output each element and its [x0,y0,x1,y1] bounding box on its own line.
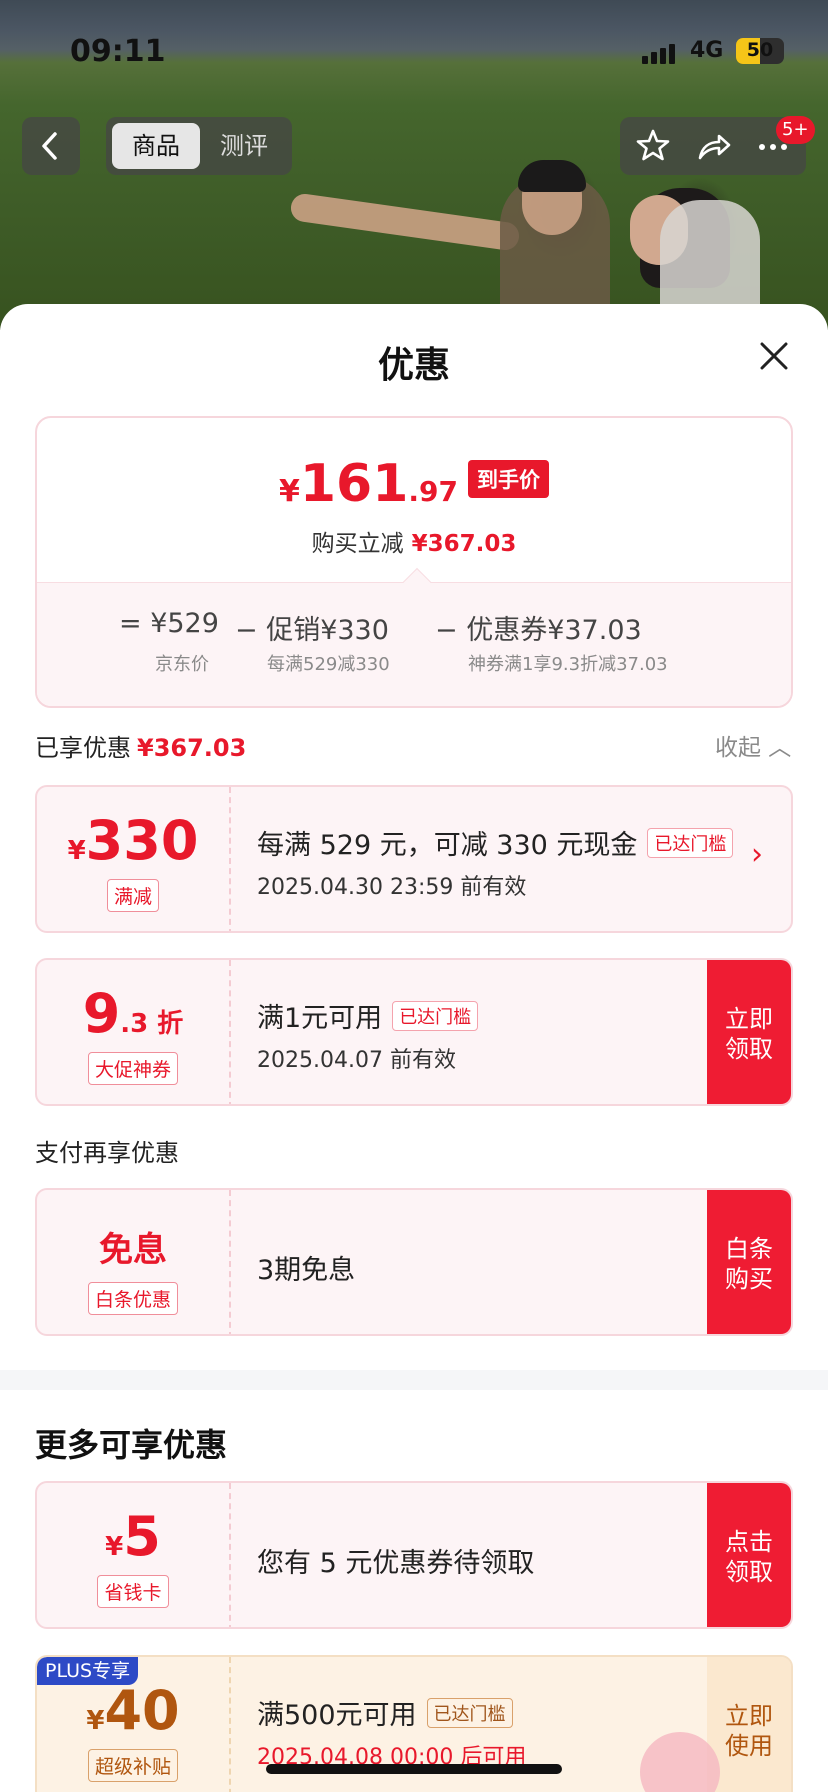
offer-body: 您有 5 元优惠券待领取 [257,1483,695,1627]
battery-level: 50 [746,39,774,61]
close-icon [760,342,788,370]
offer-card-full-reduction[interactable]: ¥330 满减 每满 529 元，可减 330 元现金 已达门槛 2025.04.… [35,785,793,933]
price-breakdown [37,582,791,706]
offer-amount: ¥40 [37,1679,229,1742]
share-icon[interactable] [692,125,734,167]
threshold-reached-pill: 已达门槛 [426,1698,513,1728]
enjoyed-label-text: 已享优惠 [35,734,131,762]
coupon-detail: 神券满1享9.3折减37.03 [468,654,668,675]
enjoyed-value: ¥367.03 [137,734,247,762]
collapse-button[interactable]: 收起 ︿ [715,728,791,762]
status-bar: 09:11 4G 50 [0,0,828,100]
offer-tag: 满减 [106,879,159,912]
offer-description: 满1元可用 已达门槛 [257,996,479,1035]
star-icon[interactable] [632,125,674,167]
offer-amount-value: 5 [123,1505,161,1568]
offer-amount-value: 40 [104,1679,180,1742]
coupon-amount: − 优惠券¥37.03 [435,615,642,646]
offer-amount-suffix: .3 折 [120,1009,184,1039]
final-price-int: 161 [299,454,409,514]
chevron-right-icon[interactable]: › [751,837,763,872]
instant-reduction-label: 购买立减 [311,531,404,557]
offer-tag: 超级补贴 [87,1749,178,1782]
offer-amount-block: 免息 白条优惠 [37,1190,231,1334]
tab-review[interactable]: 测评 [200,123,288,169]
offer-amount-yen: ¥ [86,1706,105,1736]
offer-body: 每满 529 元，可减 330 元现金 已达门槛 2025.04.30 23:59… [257,787,734,931]
product-tabs: 商品 测评 [106,117,292,175]
offer-amount-yen: ¥ [105,1532,124,1562]
offer-description: 每满 529 元，可减 330 元现金 已达门槛 [257,823,734,862]
offer-amount: ¥5 [37,1505,229,1568]
baitiao-buy-button[interactable]: 白条 购买 [707,1190,791,1334]
offer-amount: 9.3 折 [37,982,229,1045]
plus-exclusive-badge: PLUS专享 [37,1657,139,1685]
jd-price-label: 京东价 [155,654,209,675]
instant-reduction-value: ¥367.03 [411,531,517,557]
final-price-yen: ¥ [278,474,300,509]
jd-price: = ¥529 [119,608,219,639]
instant-reduction: 购买立减 ¥367.03 [37,524,791,558]
pay-discount-label: 支付再享优惠 [35,1139,179,1167]
section-divider [0,1370,828,1390]
offer-amount-value: 9 [82,982,121,1045]
claim-now-button[interactable]: 立即 领取 [707,960,791,1104]
offer-description: 您有 5 元优惠券待领取 [257,1548,535,1579]
signal-icon [642,44,675,64]
offer-amount-yen: ¥ [67,836,86,866]
hero-figure-man-hair [518,160,586,192]
offer-description: 满500元可用 已达门槛 [257,1693,513,1732]
promo-amount: − 促销¥330 [235,615,389,646]
chevron-left-icon [42,132,57,160]
offer-amount: ¥330 [37,809,229,872]
more-discounts-title: 更多可享优惠 [35,1426,228,1464]
click-claim-button[interactable]: 点击 领取 [707,1483,791,1627]
offer-validity: 2025.04.07 前有效 [257,1048,456,1073]
battery-icon: 50 [736,38,784,64]
offer-validity: 2025.04.30 23:59 前有效 [257,875,527,900]
final-price: ¥161.97 到手价 [37,454,791,514]
offer-amount-block: 9.3 折 大促神券 [37,960,231,1104]
offer-body: 3期免息 [257,1190,695,1334]
status-time: 09:11 [70,34,166,69]
price-summary: ¥161.97 到手价 购买立减 ¥367.03 = ¥529 京东价 − 促销¥3… [35,416,793,708]
hero-figure-arm [289,192,521,252]
offer-tag: 白条优惠 [87,1282,178,1315]
offer-amount-block: ¥330 满减 [37,787,231,931]
home-indicator [266,1764,562,1774]
offer-card-savings-card: ¥5 省钱卡 您有 5 元优惠券待领取 点击 领取 [35,1481,793,1629]
offer-amount-block: ¥5 省钱卡 [37,1483,231,1627]
offer-tag: 大促神券 [87,1052,178,1085]
offer-card-coupon: 9.3 折 大促神券 满1元可用 已达门槛 2025.04.07 前有效 立即 领… [35,958,793,1106]
threshold-reached-pill: 已达门槛 [647,828,734,858]
close-button[interactable] [754,336,794,376]
enjoyed-discount-label: 已享优惠 ¥367.03 [35,728,246,763]
promo-detail: 每满529减330 [267,654,390,675]
offer-amount-value: 330 [85,809,199,872]
threshold-reached-pill: 已达门槛 [392,1001,479,1031]
offer-description: 3期免息 [257,1255,356,1286]
back-button[interactable] [22,117,80,175]
notification-badge: 5+ [776,116,815,144]
offer-body: 满1元可用 已达门槛 2025.04.07 前有效 [257,960,695,1104]
sheet-title: 优惠 [377,345,450,386]
offer-tag: 省钱卡 [97,1575,169,1608]
final-price-tag: 到手价 [468,460,550,498]
tab-product[interactable]: 商品 [112,123,200,169]
network-type: 4G [690,38,724,63]
offer-amount: 免息 [99,1230,167,1270]
final-price-dec: .97 [408,475,459,508]
offer-card-interest-free: 免息 白条优惠 3期免息 白条 购买 [35,1188,793,1336]
